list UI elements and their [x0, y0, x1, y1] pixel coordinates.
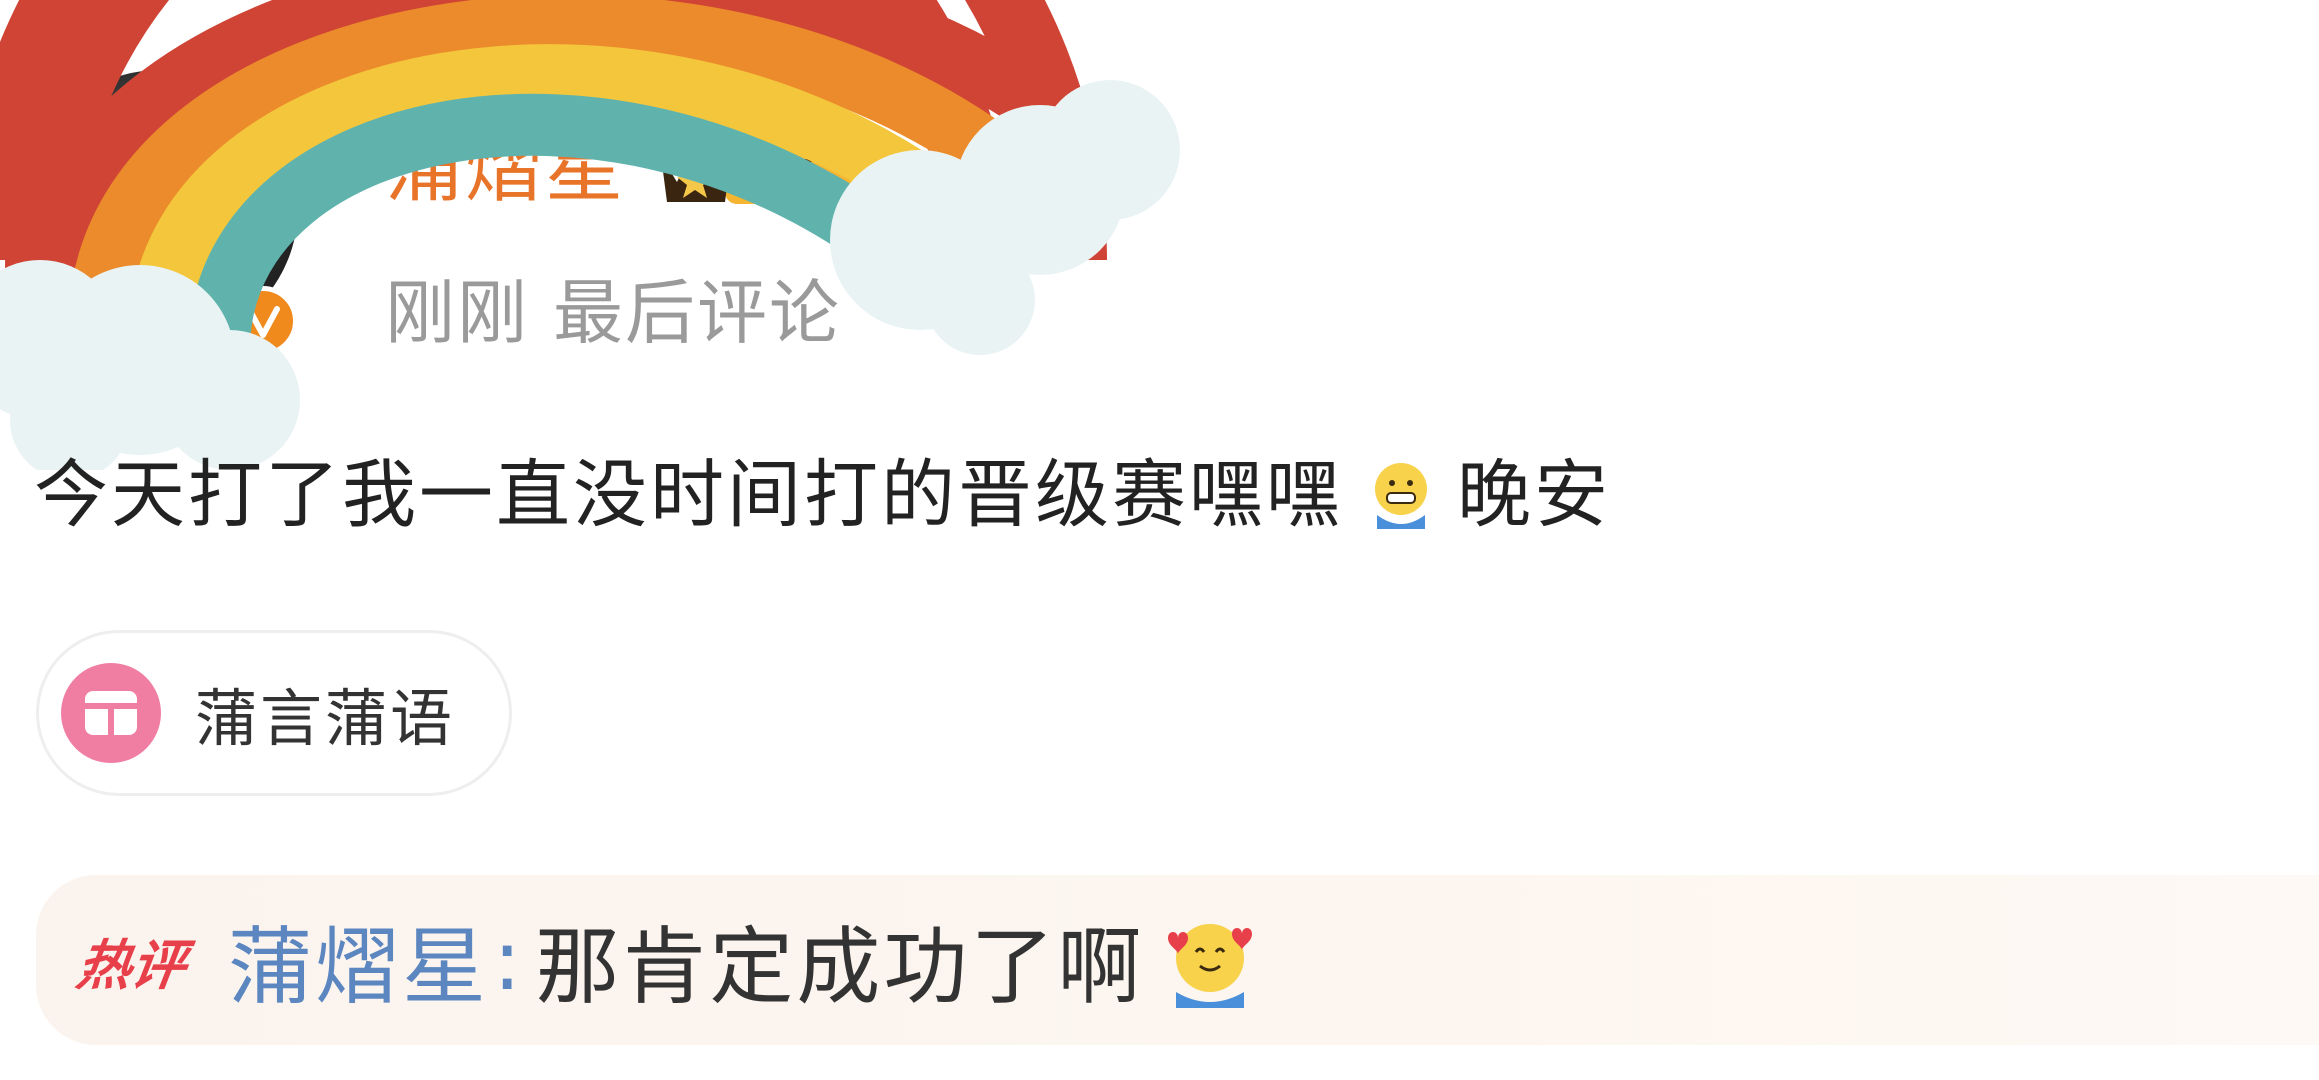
post-activity: 最后评论 [553, 272, 841, 354]
vip-level: II [774, 151, 816, 200]
hot-comment[interactable]: 热评 蒲熠星 : 那肯定成功了啊 [36, 875, 2319, 1045]
topic-icon [61, 663, 161, 763]
hugging-heart-emoji-icon [1168, 924, 1253, 1008]
verified-badge-icon [228, 286, 298, 356]
crown-vip-badge-icon[interactable]: II [655, 128, 860, 210]
author-name[interactable]: 蒲熠星 [385, 118, 625, 218]
grinning-face-emoji-icon [1375, 463, 1427, 529]
hot-comment-tag: 热评 [72, 933, 190, 997]
hot-comment-user[interactable]: 蒲熠星 [228, 900, 489, 1021]
hot-comment-text: 那肯定成功了啊 [535, 917, 1145, 1016]
topic-chip[interactable]: 蒲言蒲语 [36, 630, 512, 796]
post-meta: 刚刚 最后评论 [385, 268, 841, 358]
topic-label: 蒲言蒲语 [195, 682, 456, 755]
post-time: 刚刚 [385, 272, 529, 354]
post-card: 蒲熠星 II 刚刚 最后评论 今天打了我一直没时间打的晋级赛嘿嘿 晚安 蒲言蒲语… [0, 0, 2319, 1080]
post-text-end: 晚安 [1457, 452, 1611, 538]
post-text: 今天打了我一直没时间打的晋级赛嘿嘿 晚安 [34, 445, 1611, 545]
hot-comment-separator: : [493, 911, 522, 1009]
post-text-main: 今天打了我一直没时间打的晋级赛嘿嘿 [34, 452, 1343, 538]
